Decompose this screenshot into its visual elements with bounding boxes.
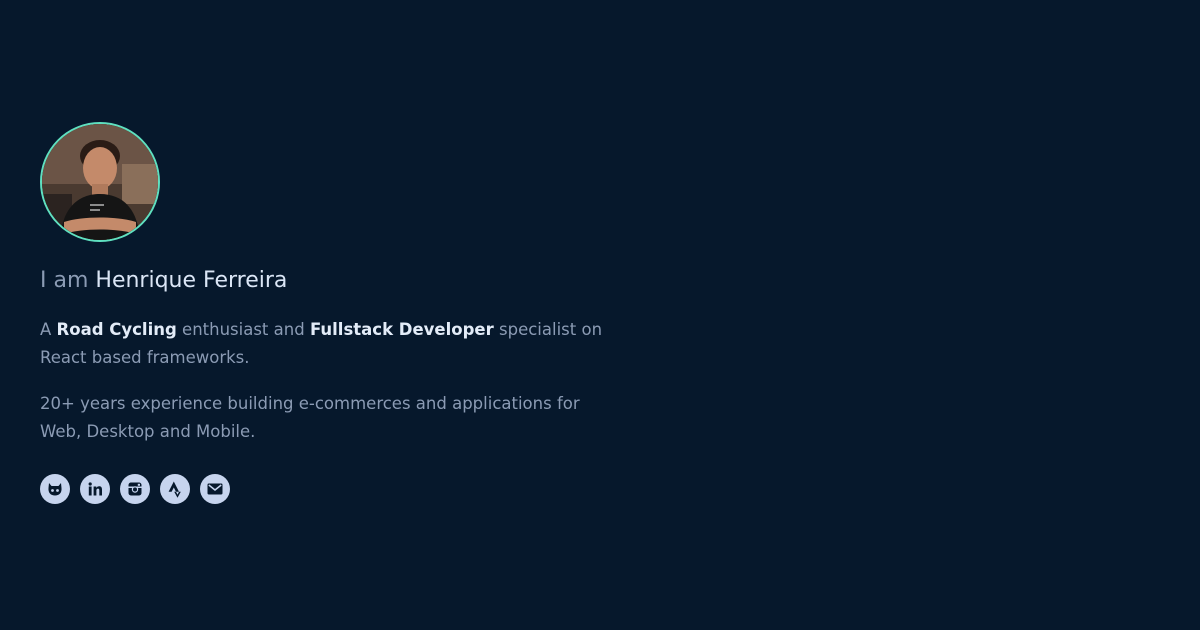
strava-icon <box>168 481 181 498</box>
strava-link[interactable] <box>160 474 190 504</box>
headline-prefix: I am <box>40 268 89 293</box>
github-icon <box>48 483 62 496</box>
linkedin-icon <box>88 482 102 496</box>
github-link[interactable] <box>40 474 70 504</box>
profile-section: I am Henrique Ferreira A Road Cycling en… <box>40 122 620 504</box>
social-links <box>40 474 620 504</box>
headline-name: Henrique Ferreira <box>95 268 288 293</box>
email-link[interactable] <box>200 474 230 504</box>
linkedin-link[interactable] <box>80 474 110 504</box>
avatar-photo <box>42 124 158 240</box>
bio-role: Fullstack Developer <box>309 320 494 339</box>
bio-hobby: Road Cycling <box>56 320 177 339</box>
bio-text: enthusiast and <box>182 320 305 339</box>
avatar <box>40 122 160 242</box>
bio-paragraph-1: A Road Cycling enthusiast and Fullstack … <box>40 316 620 372</box>
bio-text: A <box>40 320 52 339</box>
instagram-link[interactable] <box>120 474 150 504</box>
bio-paragraph-2: 20+ years experience building e-commerce… <box>40 394 580 441</box>
email-icon <box>207 483 223 495</box>
instagram-icon <box>128 482 142 496</box>
headline: I am Henrique Ferreira <box>40 266 620 296</box>
